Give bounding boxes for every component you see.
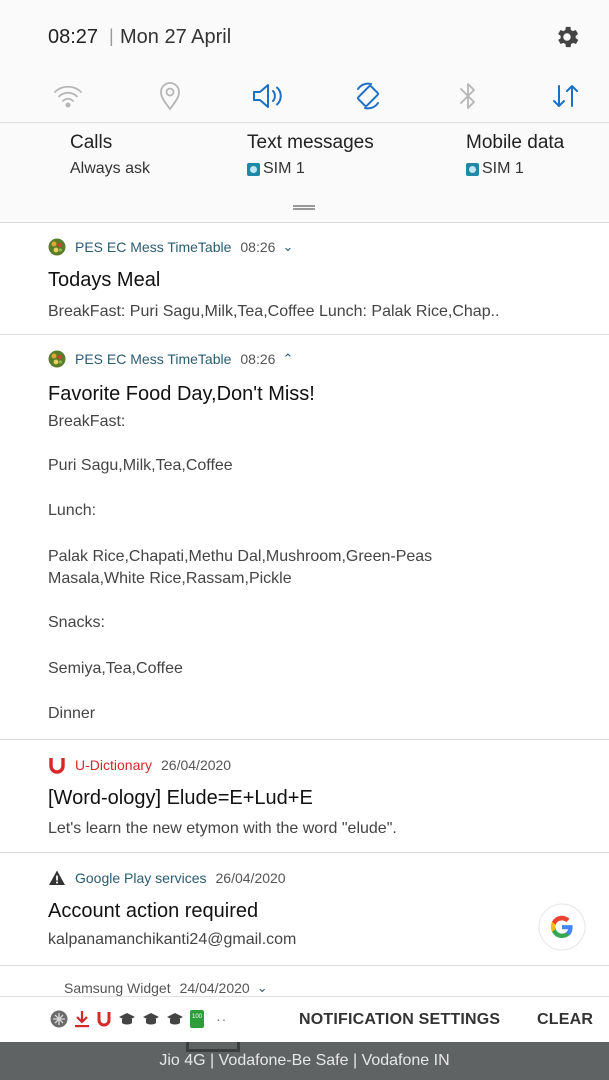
notification-time: 26/04/2020	[215, 870, 286, 886]
notification-title: Favorite Food Day,Don't Miss!	[48, 383, 315, 405]
notification-panel: 08:27 | Mon 27 April Calls Always ask Te…	[0, 0, 609, 1080]
notification-title: Account action required	[48, 900, 259, 922]
notification-u-dictionary[interactable]: U-Dictionary 26/04/2020 [Word-ology] Elu…	[0, 740, 609, 852]
graduation-cap-icon	[119, 1013, 135, 1025]
mobile-data-icon[interactable]	[546, 76, 586, 116]
divider	[0, 122, 609, 123]
wifi-icon[interactable]	[48, 76, 88, 116]
nav-home-outline	[186, 1042, 240, 1052]
sim-card-icon	[466, 162, 479, 176]
notification-body: kalpanamanchikanti24@gmail.com	[48, 931, 297, 948]
body-line: Lunch:	[48, 502, 97, 519]
graduation-cap-icon	[143, 1013, 159, 1025]
more-indicator: ··	[216, 1011, 228, 1027]
app-name: Samsung Widget	[64, 980, 171, 996]
chevron-up-icon[interactable]: ⌃	[282, 351, 293, 367]
sim-text-title: Text messages	[247, 132, 374, 153]
sim-text-value: SIM 1	[263, 160, 305, 177]
battery-level: 100	[191, 1014, 202, 1020]
notification-samsung-widget[interactable]: Samsung Widget 24/04/2020 ⌄	[0, 966, 609, 996]
u-dictionary-icon	[49, 758, 65, 774]
separator: |	[109, 26, 114, 46]
sim-card-icon	[247, 162, 260, 176]
app-name: Google Play services	[75, 870, 207, 886]
sim-calls-value: Always ask	[70, 160, 151, 177]
app-name: U-Dictionary	[75, 757, 153, 773]
notification-body: BreakFast: Puri Sagu,Milk,Tea,Coffee Lun…	[48, 303, 500, 320]
status-row: 08:27 | Mon 27 April	[0, 0, 609, 76]
notification-todays-meal[interactable]: PES EC Mess TimeTable 08:26 ⌄ Todays Mea…	[0, 223, 609, 334]
notification-time: 26/04/2020	[161, 757, 232, 773]
carrier-info: Jio 4G | Vodafone-Be Safe | Vodafone IN	[0, 1042, 609, 1080]
notification-title: [Word-ology] Elude=E+Lud+E	[48, 787, 313, 809]
clear-button[interactable]: CLEAR	[537, 1011, 593, 1029]
clock: 08:27	[48, 26, 99, 48]
date: Mon 27 April	[120, 26, 232, 48]
notification-settings-button[interactable]: NOTIFICATION SETTINGS	[299, 1011, 500, 1029]
quick-toggles	[0, 76, 609, 120]
body-line: BreakFast:	[48, 413, 126, 430]
notification-time: 24/04/2020	[179, 980, 250, 996]
notification-google-play[interactable]: Google Play services 26/04/2020 Account …	[0, 853, 609, 965]
graduation-cap-icon	[167, 1013, 183, 1025]
chevron-down-icon[interactable]: ⌄	[282, 239, 293, 255]
warning-icon	[49, 870, 65, 885]
notification-title: Todays Meal	[48, 269, 161, 291]
notification-actions-bar: 100 ·· NOTIFICATION SETTINGS CLEAR	[0, 996, 609, 1042]
google-icon	[538, 903, 586, 951]
app-name: PES EC Mess TimeTable	[75, 351, 232, 367]
u-dictionary-icon	[97, 1012, 111, 1027]
mess-app-icon	[48, 238, 66, 256]
body-line: Masala,White Rice,Rassam,Pickle	[48, 570, 292, 587]
mess-app-icon	[48, 350, 66, 368]
sim-data-title: Mobile data	[466, 132, 565, 153]
status-icons: 100 ··	[50, 1010, 227, 1028]
body-line: Snacks:	[48, 614, 105, 631]
sim-data-value: SIM 1	[482, 160, 524, 177]
sim-calls-title: Calls	[70, 132, 113, 153]
sim-mobile-data[interactable]: Mobile data SIM 1	[466, 132, 564, 212]
gear-icon[interactable]	[553, 23, 581, 51]
body-line: Semiya,Tea,Coffee	[48, 660, 183, 677]
app-name: PES EC Mess TimeTable	[75, 239, 232, 255]
auto-rotate-icon[interactable]	[348, 76, 388, 116]
bluetooth-icon[interactable]	[448, 76, 488, 116]
notification-time: 08:26	[240, 351, 276, 367]
body-line: Puri Sagu,Milk,Tea,Coffee	[48, 457, 233, 474]
drag-handle-icon[interactable]	[293, 205, 315, 210]
sim-text-messages[interactable]: Text messages SIM 1	[247, 132, 374, 212]
notification-time: 08:26	[240, 239, 276, 255]
notification-favorite-food-day[interactable]: PES EC Mess TimeTable 08:26 ⌃ Favorite F…	[0, 335, 609, 739]
sim-calls[interactable]: Calls Always ask	[70, 132, 150, 212]
body-line: Palak Rice,Chapati,Methu Dal,Mushroom,Gr…	[48, 548, 433, 565]
body-line: Dinner	[48, 705, 96, 722]
app-drawer-icon	[50, 1010, 68, 1028]
location-icon[interactable]	[150, 76, 190, 116]
notification-body: Let's learn the new etymon with the word…	[48, 820, 397, 837]
battery-icon: 100	[190, 1010, 204, 1028]
download-icon	[75, 1011, 89, 1028]
sound-icon[interactable]	[248, 76, 288, 116]
chevron-down-icon[interactable]: ⌄	[257, 980, 268, 996]
